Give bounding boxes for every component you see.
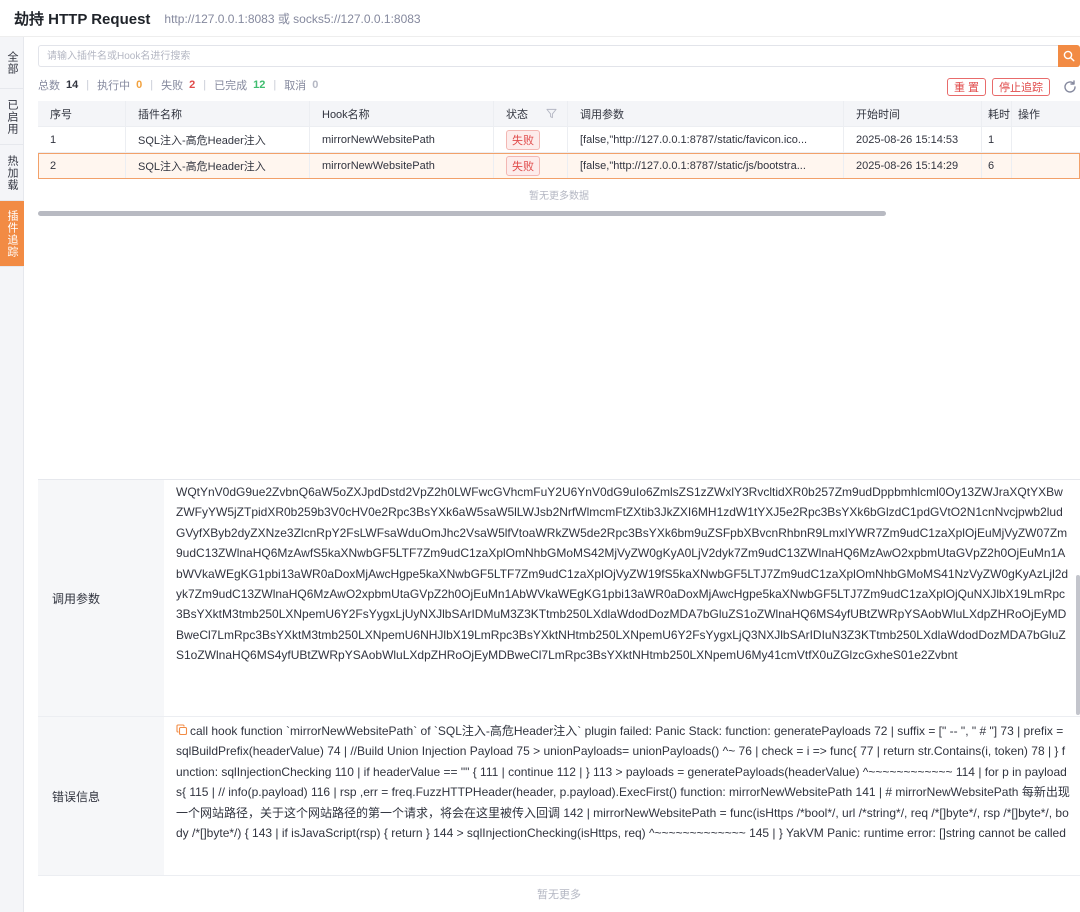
stat-running-label: 执行中 bbox=[97, 80, 131, 92]
detail-panel: 调用参数 WQtYnV0dG9ue2ZvbnQ6aW5oZXJpdDstd2Vp… bbox=[38, 479, 1080, 912]
row-hook: mirrorNewWebsitePath bbox=[310, 127, 494, 152]
detail-error-row: 错误信息 call hook function `mirrorNewWebsit… bbox=[38, 717, 1080, 876]
detail-params-label: 调用参数 bbox=[38, 480, 164, 716]
stat-running-value: 0 bbox=[136, 79, 143, 91]
page-title: 劫持 HTTP Request bbox=[14, 10, 151, 28]
row-start-time: 2025-08-26 15:14:53 bbox=[844, 127, 982, 152]
col-plugin-name: 插件名称 bbox=[126, 101, 310, 126]
col-status: 状态 bbox=[494, 101, 568, 126]
row-index: 2 bbox=[38, 153, 126, 178]
row-cost: 1 bbox=[982, 127, 1012, 152]
row-action bbox=[1012, 153, 1080, 178]
stat-done-value: 12 bbox=[253, 79, 266, 91]
row-hook: mirrorNewWebsitePath bbox=[310, 153, 494, 178]
stat-total-label: 总数 bbox=[38, 80, 60, 92]
row-params: [false,"http://127.0.0.1:8787/static/js/… bbox=[568, 153, 844, 178]
detail-vertical-scrollbar[interactable] bbox=[1076, 575, 1080, 715]
trace-actions: 重 置 停止追踪 bbox=[946, 78, 1050, 96]
proxy-address: http://127.0.0.1:8083 或 socks5://127.0.0… bbox=[164, 11, 421, 26]
row-status: 失败 bbox=[494, 127, 568, 152]
trace-table: 序号 插件名称 Hook名称 状态 调用参数 开始时间 耗时 操作 1 SQL注… bbox=[38, 101, 1080, 209]
table-no-more: 暂无更多数据 bbox=[529, 190, 589, 202]
side-tabs: 全部 已启用 热加载 插件追踪 bbox=[0, 37, 24, 912]
stat-fail-label: 失败 bbox=[161, 80, 184, 92]
col-cost: 耗时 bbox=[982, 101, 1012, 126]
detail-params-value: WQtYnV0dG9ue2ZvbnQ6aW5oZXJpdDstd2VpZ2h0L… bbox=[176, 485, 1069, 663]
row-plugin: SQL注入-高危Header注入 bbox=[126, 153, 310, 178]
copy-icon[interactable] bbox=[176, 724, 188, 736]
search-button[interactable] bbox=[1058, 45, 1080, 67]
status-badge: 失败 bbox=[506, 129, 540, 150]
detail-error-container: call hook function `mirrorNewWebsitePath… bbox=[164, 717, 1080, 875]
stat-total-value: 14 bbox=[66, 79, 79, 91]
search-icon bbox=[1063, 50, 1075, 62]
row-params: [false,"http://127.0.0.1:8787/static/fav… bbox=[568, 127, 844, 152]
table-row[interactable]: 2 SQL注入-高危Header注入 mirrorNewWebsitePath … bbox=[38, 153, 1080, 179]
status-badge: 失败 bbox=[506, 155, 540, 176]
side-tab-plugin-trace[interactable]: 插件追踪 bbox=[0, 201, 24, 267]
stat-done-label: 已完成 bbox=[214, 80, 248, 92]
stop-trace-button[interactable]: 停止追踪 bbox=[992, 78, 1050, 96]
stat-cancel-label: 取消 bbox=[284, 80, 307, 92]
col-start-time: 开始时间 bbox=[844, 101, 982, 126]
side-tab-all[interactable]: 全部 bbox=[0, 37, 24, 89]
refresh-icon[interactable] bbox=[1062, 79, 1078, 95]
row-action bbox=[1012, 127, 1080, 152]
table-header: 序号 插件名称 Hook名称 状态 调用参数 开始时间 耗时 操作 bbox=[38, 101, 1080, 127]
col-action: 操作 bbox=[1018, 108, 1040, 121]
detail-no-more: 暂无更多 bbox=[537, 889, 581, 901]
filter-icon[interactable] bbox=[546, 108, 557, 119]
stat-cancel-value: 0 bbox=[312, 79, 319, 91]
col-hook-name: Hook名称 bbox=[310, 101, 494, 126]
stats-summary: 总数 14 | 执行中 0 | 失败 2 | 已完成 12 | 取消 0 bbox=[38, 79, 319, 92]
side-tab-enabled[interactable]: 已启用 bbox=[0, 89, 24, 145]
main-content: 总数 14 | 执行中 0 | 失败 2 | 已完成 12 | 取消 0 重 置… bbox=[24, 37, 1080, 912]
stat-fail-value: 2 bbox=[189, 79, 196, 91]
row-start-time: 2025-08-26 15:14:29 bbox=[844, 153, 982, 178]
detail-error-value: call hook function `mirrorNewWebsitePath… bbox=[176, 724, 1070, 841]
page-header: 劫持 HTTP Request http://127.0.0.1:8083 或 … bbox=[0, 0, 1080, 37]
table-row[interactable]: 1 SQL注入-高危Header注入 mirrorNewWebsitePath … bbox=[38, 127, 1080, 153]
col-index: 序号 bbox=[38, 101, 126, 126]
reset-button[interactable]: 重 置 bbox=[946, 78, 986, 96]
detail-params-row: 调用参数 WQtYnV0dG9ue2ZvbnQ6aW5oZXJpdDstd2Vp… bbox=[38, 480, 1080, 717]
row-cost: 6 bbox=[982, 153, 1012, 178]
detail-error-label: 错误信息 bbox=[38, 717, 164, 875]
col-params: 调用参数 bbox=[568, 101, 844, 126]
row-status: 失败 bbox=[494, 153, 568, 178]
row-index: 1 bbox=[38, 127, 126, 152]
search-bar bbox=[38, 45, 1080, 67]
row-plugin: SQL注入-高危Header注入 bbox=[126, 127, 310, 152]
table-horizontal-scrollbar[interactable] bbox=[38, 211, 886, 216]
side-tab-hot-reload[interactable]: 热加载 bbox=[0, 145, 24, 201]
search-input[interactable] bbox=[38, 45, 1058, 67]
